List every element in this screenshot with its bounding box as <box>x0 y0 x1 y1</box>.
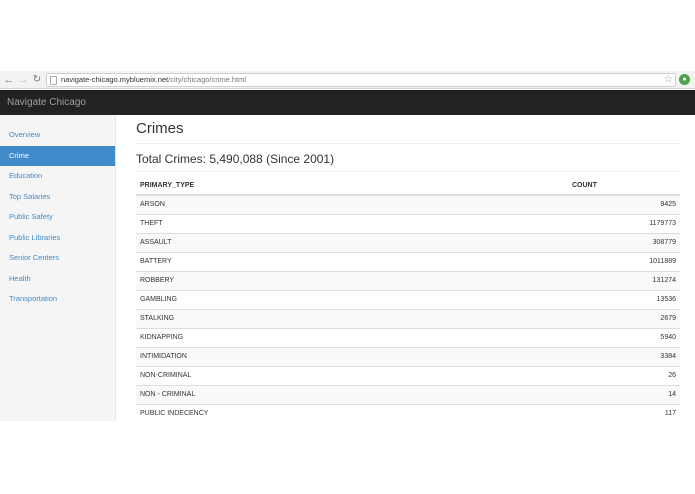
cell-count: 1011889 <box>572 251 680 271</box>
sidebar-item-public-safety[interactable]: Public Safety <box>0 207 115 228</box>
cell-count: 13536 <box>572 289 680 309</box>
table-body: ARSON 9425 THEFT 1179773 ASSAULT 308779 BATTER… <box>136 194 680 421</box>
browser-toolbar: ← → ↻ navigate-chicago.mybluemix.net/cit… <box>0 71 695 89</box>
app-navbar: Navigate Chicago <box>0 90 695 115</box>
cell-primary-type: NON - CRIMINAL <box>136 384 572 404</box>
table-row: PUBLIC INDECENCY 117 <box>136 403 680 421</box>
sidebar-item-senior-centers[interactable]: Senior Centers <box>0 248 115 269</box>
cell-count: 117 <box>572 403 680 421</box>
cell-count: 2679 <box>572 308 680 328</box>
sidebar-item-health[interactable]: Health <box>0 269 115 290</box>
cell-primary-type: THEFT <box>136 213 572 233</box>
cell-count: 5940 <box>572 327 680 347</box>
title-divider <box>136 143 680 144</box>
extension-icon[interactable]: ● <box>679 74 690 85</box>
bookmark-star-icon[interactable]: ☆ <box>664 73 673 87</box>
table-row: NON - CRIMINAL 14 <box>136 384 680 404</box>
table-row: ASSAULT 308779 <box>136 232 680 252</box>
cell-primary-type: NON-CRIMINAL <box>136 365 572 385</box>
table-header-row: PRIMARY_TYPE COUNT <box>136 177 680 196</box>
cell-count: 14 <box>572 384 680 404</box>
sidebar: Overview Crime Education Top Salaries Public… <box>0 115 116 421</box>
cell-count: 308779 <box>572 232 680 252</box>
table-row: ROBBERY 131274 <box>136 270 680 290</box>
cell-count: 131274 <box>572 270 680 290</box>
sidebar-item-overview[interactable]: Overview <box>0 125 115 146</box>
reload-icon[interactable]: ↻ <box>30 72 44 88</box>
table-row: KIDNAPPING 5940 <box>136 327 680 347</box>
column-header-primary-type: PRIMARY_TYPE <box>136 177 572 196</box>
sidebar-item-top-salaries[interactable]: Top Salaries <box>0 187 115 208</box>
table-row: INTIMIDATION 3384 <box>136 346 680 366</box>
cell-primary-type: ASSAULT <box>136 232 572 252</box>
column-header-count: COUNT <box>572 177 680 196</box>
cell-primary-type: ARSON <box>136 194 572 214</box>
cell-primary-type: ROBBERY <box>136 270 572 290</box>
url-text[interactable]: navigate-chicago.mybluemix.net/city/chic… <box>61 74 246 86</box>
table-row: GAMBLING 13536 <box>136 289 680 309</box>
navbar-brand[interactable]: Navigate Chicago <box>7 90 86 115</box>
sidebar-item-education[interactable]: Education <box>0 166 115 187</box>
table-row: THEFT 1179773 <box>136 213 680 233</box>
sidebar-nav: Overview Crime Education Top Salaries Public… <box>0 115 115 310</box>
address-bar[interactable]: navigate-chicago.mybluemix.net/city/chic… <box>46 73 676 87</box>
cell-primary-type: KIDNAPPING <box>136 327 572 347</box>
table-row: ARSON 9425 <box>136 194 680 214</box>
page-icon <box>50 76 57 85</box>
cell-count: 3384 <box>572 346 680 366</box>
back-arrow-icon[interactable]: ← <box>2 72 16 88</box>
crimes-table: PRIMARY_TYPE COUNT ARSON 9425 THEFT 1179773… <box>136 177 680 421</box>
cell-primary-type: STALKING <box>136 308 572 328</box>
table-row: BATTERY 1011889 <box>136 251 680 271</box>
cell-count: 26 <box>572 365 680 385</box>
page: ← → ↻ navigate-chicago.mybluemix.net/cit… <box>0 0 695 494</box>
cell-primary-type: PUBLIC INDECENCY <box>136 403 572 421</box>
cell-count: 1179773 <box>572 213 680 233</box>
main-content: Crimes Total Crimes: 5,490,088 (Since 20… <box>136 115 680 421</box>
table-row: NON-CRIMINAL 26 <box>136 365 680 385</box>
sidebar-item-transportation[interactable]: Transportation <box>0 289 115 310</box>
page-title: Crimes <box>136 120 184 137</box>
sidebar-item-crime[interactable]: Crime <box>0 145 115 166</box>
url-host: navigate-chicago.mybluemix.net <box>61 75 169 84</box>
url-path: /city/chicago/crime.html <box>168 75 247 84</box>
cell-primary-type: INTIMIDATION <box>136 346 572 366</box>
cell-count: 9425 <box>572 194 680 214</box>
subtitle-divider <box>136 171 680 172</box>
cell-primary-type: GAMBLING <box>136 289 572 309</box>
table-row: STALKING 2679 <box>136 308 680 328</box>
forward-arrow-icon[interactable]: → <box>16 72 30 88</box>
cell-primary-type: BATTERY <box>136 251 572 271</box>
sidebar-item-public-libraries[interactable]: Public Libraries <box>0 228 115 249</box>
total-crimes-heading: Total Crimes: 5,490,088 (Since 2001) <box>136 152 335 166</box>
